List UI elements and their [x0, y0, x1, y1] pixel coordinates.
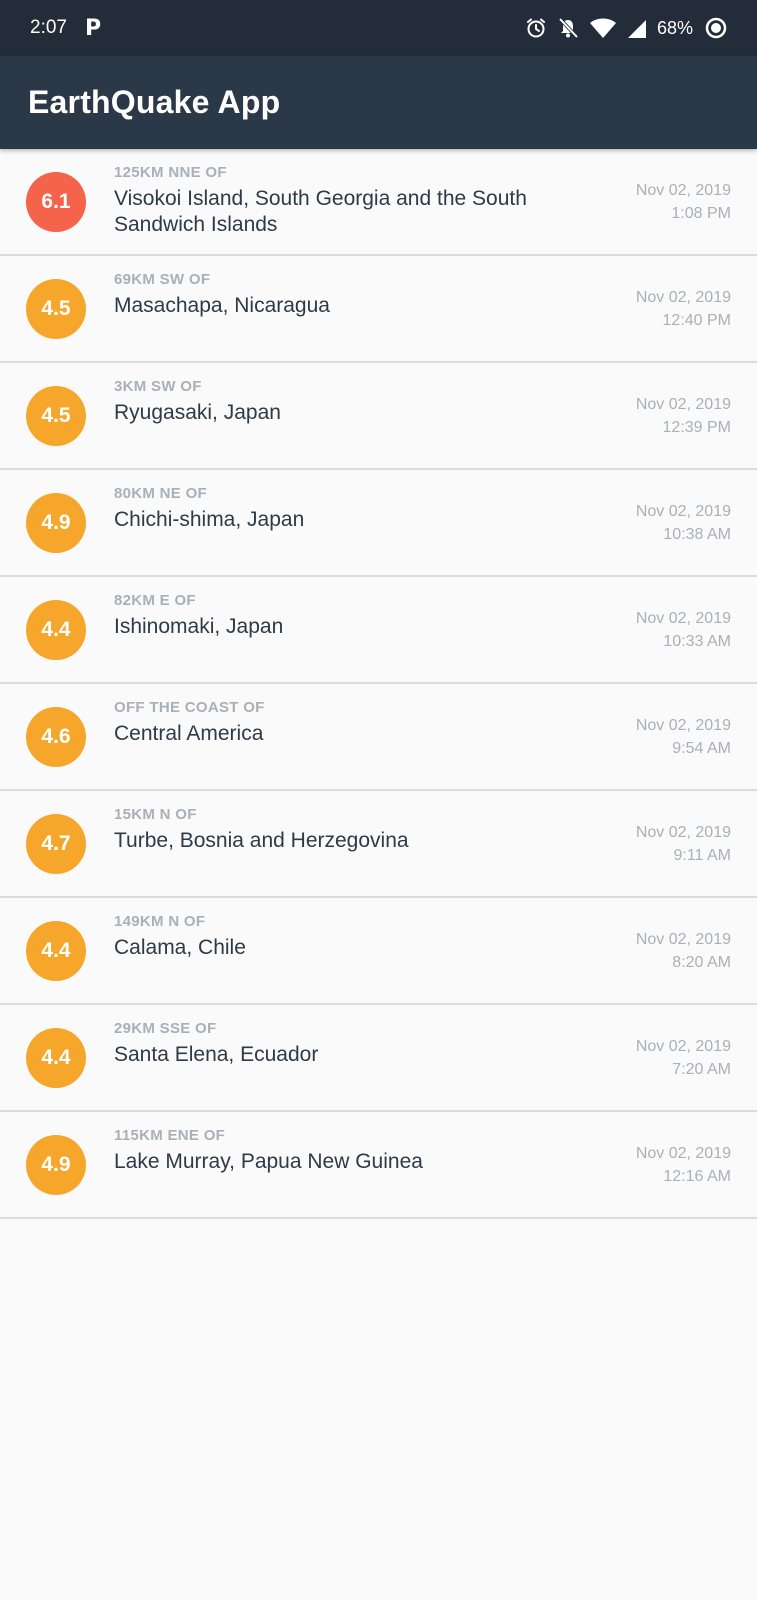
primary-location: Calama, Chile [114, 936, 246, 959]
date-time-block: Nov 02, 2019 12:16 AM [636, 1142, 731, 1188]
location-block: 149KM N OF Calama, Chile [114, 912, 584, 961]
magnitude-badge: 4.6 [26, 707, 86, 767]
primary-location: Turbe, Bosnia and Herzegovina [114, 829, 409, 852]
location-block: 82KM E OF Ishinomaki, Japan [114, 591, 584, 640]
primary-location: Ryugasaki, Japan [114, 401, 281, 424]
status-right: 68% [525, 17, 727, 39]
magnitude-badge: 4.4 [26, 1028, 86, 1088]
signal-icon [627, 17, 647, 39]
quake-time: 9:11 AM [673, 847, 731, 864]
date-time-block: Nov 02, 2019 12:40 PM [636, 286, 731, 332]
magnitude-badge: 4.4 [26, 921, 86, 981]
magnitude-badge: 4.7 [26, 814, 86, 874]
quake-date: Nov 02, 2019 [635, 717, 731, 734]
earthquake-list-item[interactable]: 4.9 115KM ENE OF Lake Murray, Papua New … [0, 1112, 757, 1219]
magnitude-badge: 4.9 [26, 1135, 86, 1195]
earthquake-list-item[interactable]: 4.7 15KM N OF Turbe, Bosnia and Herzegov… [0, 791, 757, 898]
date-time-block: Nov 02, 2019 10:38 AM [636, 500, 731, 546]
location-offset: 115KM ENE OF [114, 1127, 226, 1144]
status-left: 2:07 P [30, 16, 101, 41]
earthquake-list-item[interactable]: 4.6 OFF THE COAST OF Central America Nov… [0, 684, 757, 791]
magnitude-badge: 4.9 [26, 493, 86, 553]
quake-time: 1:08 PM [671, 205, 731, 222]
quake-date: Nov 02, 2019 [635, 1038, 731, 1055]
quake-date: Nov 02, 2019 [635, 289, 731, 306]
quake-date: Nov 02, 2019 [635, 396, 731, 413]
quake-time: 10:38 AM [663, 526, 731, 543]
location-offset: 125KM NNE OF [114, 164, 227, 181]
parking-app-icon: P [84, 15, 102, 41]
primary-location: Central America [114, 722, 264, 745]
page-title: EarthQuake App [28, 84, 281, 120]
quake-date: Nov 02, 2019 [635, 824, 731, 841]
quake-date: Nov 02, 2019 [635, 182, 731, 199]
location-offset: 82KM E OF [114, 592, 196, 609]
app-bar: EarthQuake App [0, 56, 757, 149]
location-offset: 29KM SSE OF [114, 1020, 217, 1037]
location-block: 29KM SSE OF Santa Elena, Ecuador [114, 1019, 584, 1068]
location-block: 125KM NNE OF Visokoi Island, South Georg… [114, 163, 584, 238]
location-offset: 69KM SW OF [114, 271, 211, 288]
wifi-icon [589, 17, 617, 39]
status-bar: 2:07 P 68% [0, 0, 757, 56]
date-time-block: Nov 02, 2019 9:54 AM [636, 714, 731, 760]
date-time-block: Nov 02, 2019 9:11 AM [636, 821, 731, 867]
quake-date: Nov 02, 2019 [635, 931, 731, 948]
primary-location: Masachapa, Nicaragua [114, 294, 330, 317]
battery-percentage: 68% [656, 17, 693, 38]
date-time-block: Nov 02, 2019 8:20 AM [636, 928, 731, 974]
quake-time: 12:39 PM [662, 419, 731, 436]
primary-location: Ishinomaki, Japan [114, 615, 284, 638]
earthquake-list-item[interactable]: 4.4 29KM SSE OF Santa Elena, Ecuador Nov… [0, 1005, 757, 1112]
magnitude-badge: 4.5 [26, 279, 86, 339]
date-time-block: Nov 02, 2019 12:39 PM [636, 393, 731, 439]
quake-date: Nov 02, 2019 [635, 610, 731, 627]
magnitude-badge: 4.4 [26, 600, 86, 660]
location-block: 15KM N OF Turbe, Bosnia and Herzegovina [114, 805, 584, 854]
location-offset: 15KM N OF [114, 806, 197, 823]
quake-date: Nov 02, 2019 [635, 1145, 731, 1162]
magnitude-badge: 4.5 [26, 386, 86, 446]
date-time-block: Nov 02, 2019 7:20 AM [636, 1035, 731, 1081]
primary-location: Santa Elena, Ecuador [114, 1043, 319, 1066]
primary-location: Chichi-shima, Japan [114, 508, 305, 531]
location-offset: 149KM N OF [114, 913, 206, 930]
earthquake-list: 6.1 125KM NNE OF Visokoi Island, South G… [0, 149, 757, 1219]
earthquake-list-item[interactable]: 6.1 125KM NNE OF Visokoi Island, South G… [0, 149, 757, 256]
quake-time: 12:16 AM [663, 1168, 731, 1185]
quake-date: Nov 02, 2019 [635, 503, 731, 520]
date-time-block: Nov 02, 2019 10:33 AM [636, 607, 731, 653]
magnitude-badge: 6.1 [26, 172, 86, 232]
location-block: OFF THE COAST OF Central America [114, 698, 584, 747]
battery-icon [705, 17, 727, 39]
quake-time: 8:20 AM [672, 954, 731, 971]
quake-time: 7:20 AM [672, 1061, 731, 1078]
quake-time: 12:40 PM [662, 312, 731, 329]
location-offset: 80KM NE OF [114, 485, 208, 502]
location-offset: 3KM SW OF [114, 378, 202, 395]
primary-location: Lake Murray, Papua New Guinea [114, 1150, 423, 1173]
location-block: 80KM NE OF Chichi-shima, Japan [114, 484, 584, 533]
date-time-block: Nov 02, 2019 1:08 PM [636, 179, 731, 225]
alarm-icon [525, 17, 547, 39]
quake-time: 9:54 AM [672, 740, 731, 757]
location-block: 115KM ENE OF Lake Murray, Papua New Guin… [114, 1126, 584, 1175]
earthquake-list-item[interactable]: 4.4 149KM N OF Calama, Chile Nov 02, 201… [0, 898, 757, 1005]
location-block: 69KM SW OF Masachapa, Nicaragua [114, 270, 584, 319]
quake-time: 10:33 AM [663, 633, 731, 650]
earthquake-list-item[interactable]: 4.9 80KM NE OF Chichi-shima, Japan Nov 0… [0, 470, 757, 577]
earthquake-list-item[interactable]: 4.5 3KM SW OF Ryugasaki, Japan Nov 02, 2… [0, 363, 757, 470]
notifications-off-icon [557, 17, 579, 39]
status-time: 2:07 [30, 17, 67, 38]
location-offset: OFF THE COAST OF [114, 699, 265, 716]
earthquake-list-item[interactable]: 4.5 69KM SW OF Masachapa, Nicaragua Nov … [0, 256, 757, 363]
location-block: 3KM SW OF Ryugasaki, Japan [114, 377, 584, 426]
earthquake-list-item[interactable]: 4.4 82KM E OF Ishinomaki, Japan Nov 02, … [0, 577, 757, 684]
primary-location: Visokoi Island, South Georgia and the So… [114, 187, 527, 236]
